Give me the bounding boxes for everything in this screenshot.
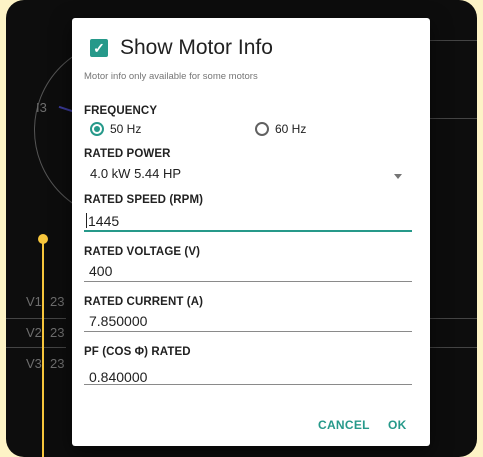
- rated-speed-underline: [84, 230, 412, 232]
- callout-line: [42, 240, 44, 457]
- rated-speed-value: 1445: [88, 213, 120, 229]
- row-value-v2: 23: [50, 325, 65, 340]
- dropdown-arrow-icon[interactable]: [394, 174, 402, 179]
- rated-current-input[interactable]: 7.850000: [89, 313, 147, 329]
- background-divider: [426, 40, 477, 41]
- pf-rated-label: PF (COS Φ) RATED: [84, 346, 191, 358]
- phasor-label: I3: [36, 100, 47, 115]
- phone-screen: I3 V1 23 V2 23 V3 23 ✓ Show Motor Info M…: [6, 0, 477, 457]
- show-motor-info-checkbox[interactable]: ✓: [90, 39, 108, 57]
- motor-info-dialog: ✓ Show Motor Info Motor info only availa…: [72, 18, 430, 446]
- dialog-title: Show Motor Info: [120, 36, 273, 59]
- radio-unchecked-icon: [255, 122, 269, 136]
- check-icon: ✓: [93, 40, 105, 56]
- rated-voltage-input[interactable]: 400: [89, 263, 112, 279]
- background-divider: [6, 347, 66, 348]
- dialog-subtitle: Motor info only available for some motor…: [84, 71, 258, 82]
- row-value-v1: 23: [50, 294, 65, 309]
- rated-speed-input[interactable]: 1445: [86, 213, 119, 229]
- background-divider: [426, 318, 477, 319]
- frequency-label: FREQUENCY: [84, 105, 158, 117]
- text-cursor: [86, 213, 87, 228]
- title-row[interactable]: ✓ Show Motor Info: [90, 36, 273, 60]
- radio-60hz-label: 60 Hz: [275, 122, 307, 136]
- radio-50hz-label: 50 Hz: [110, 122, 142, 136]
- row-label-v1: V1: [26, 294, 42, 309]
- background-divider: [426, 118, 477, 119]
- rated-current-label: RATED CURRENT (A): [84, 296, 204, 308]
- radio-60hz[interactable]: 60 Hz: [255, 122, 306, 136]
- row-label-v2: V2: [26, 325, 42, 340]
- row-value-v3: 23: [50, 356, 65, 371]
- pf-rated-underline: [84, 384, 412, 385]
- rated-current-underline: [84, 331, 412, 332]
- rated-power-select[interactable]: 4.0 kW 5.44 HP: [90, 166, 181, 181]
- rated-voltage-label: RATED VOLTAGE (V): [84, 246, 201, 258]
- background-divider: [6, 318, 66, 319]
- background-divider: [426, 347, 477, 348]
- pf-rated-input[interactable]: 0.840000: [89, 369, 147, 385]
- rated-voltage-underline: [84, 281, 412, 282]
- cancel-button[interactable]: CANCEL: [318, 418, 370, 432]
- rated-power-label: RATED POWER: [84, 148, 171, 160]
- radio-checked-icon: [90, 122, 104, 136]
- ok-button[interactable]: OK: [388, 418, 407, 432]
- radio-50hz[interactable]: 50 Hz: [90, 122, 141, 136]
- row-label-v3: V3: [26, 356, 42, 371]
- rated-speed-label: RATED SPEED (RPM): [84, 194, 204, 206]
